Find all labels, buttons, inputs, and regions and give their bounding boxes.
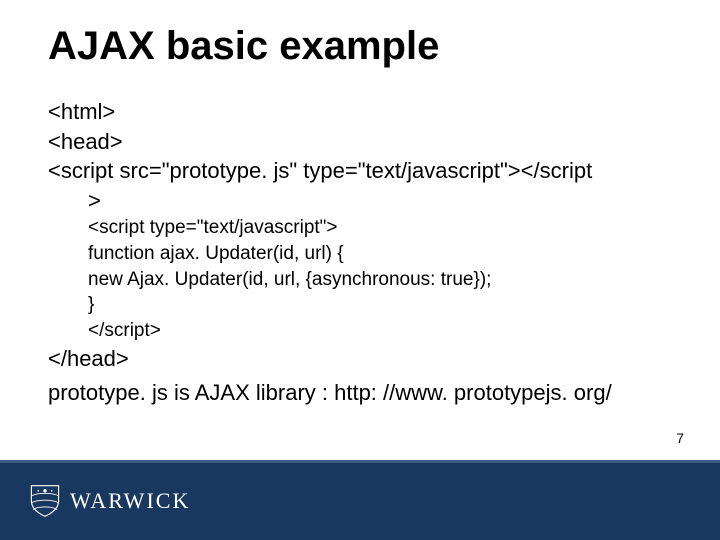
code-line: > bbox=[88, 187, 680, 215]
footer-bar: WARWICK bbox=[0, 460, 720, 540]
page-number: 7 bbox=[676, 430, 684, 446]
slide-body: <html> <head> <script src="prototype. js… bbox=[48, 98, 680, 374]
logo-text: WARWICK bbox=[70, 488, 190, 514]
slide-title: AJAX basic example bbox=[48, 24, 439, 69]
code-line: function ajax. Updater(id, url) { bbox=[88, 242, 680, 266]
code-line: </script> bbox=[88, 319, 680, 343]
footnote: prototype. js is AJAX library : http: //… bbox=[48, 380, 612, 406]
warwick-logo: WARWICK bbox=[28, 484, 190, 518]
code-line: </head> bbox=[48, 345, 680, 373]
code-line: new Ajax. Updater(id, url, {asynchronous… bbox=[88, 268, 680, 292]
slide: AJAX basic example <html> <head> <script… bbox=[0, 0, 720, 540]
code-line: <html> bbox=[48, 98, 680, 126]
code-line: <head> bbox=[48, 128, 680, 156]
code-line: } bbox=[88, 293, 680, 317]
crest-icon bbox=[28, 484, 62, 518]
code-line: <script type="text/javascript"> bbox=[88, 216, 680, 240]
code-line: <script src="prototype. js" type="text/j… bbox=[48, 157, 680, 185]
